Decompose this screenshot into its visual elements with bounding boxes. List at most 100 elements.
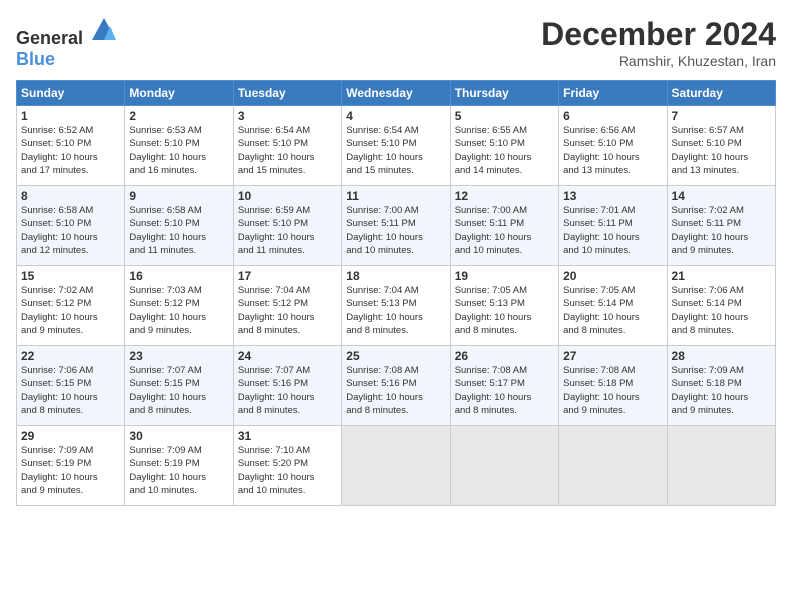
day-info: Sunrise: 7:08 AMSunset: 5:16 PMDaylight:… <box>346 364 445 417</box>
day-number: 13 <box>563 189 662 203</box>
table-row: 30Sunrise: 7:09 AMSunset: 5:19 PMDayligh… <box>125 426 233 506</box>
table-row: 18Sunrise: 7:04 AMSunset: 5:13 PMDayligh… <box>342 266 450 346</box>
day-number: 3 <box>238 109 337 123</box>
day-number: 2 <box>129 109 228 123</box>
logo-blue: Blue <box>16 49 55 69</box>
day-info: Sunrise: 7:04 AMSunset: 5:12 PMDaylight:… <box>238 284 337 337</box>
day-info: Sunrise: 7:04 AMSunset: 5:13 PMDaylight:… <box>346 284 445 337</box>
header-monday: Monday <box>125 81 233 106</box>
header-tuesday: Tuesday <box>233 81 341 106</box>
day-info: Sunrise: 6:52 AMSunset: 5:10 PMDaylight:… <box>21 124 120 177</box>
table-row: 14Sunrise: 7:02 AMSunset: 5:11 PMDayligh… <box>667 186 775 266</box>
day-info: Sunrise: 7:02 AMSunset: 5:12 PMDaylight:… <box>21 284 120 337</box>
day-info: Sunrise: 7:02 AMSunset: 5:11 PMDaylight:… <box>672 204 771 257</box>
table-row: 8Sunrise: 6:58 AMSunset: 5:10 PMDaylight… <box>17 186 125 266</box>
table-row: 28Sunrise: 7:09 AMSunset: 5:18 PMDayligh… <box>667 346 775 426</box>
logo-general: General <box>16 28 83 48</box>
table-row: 6Sunrise: 6:56 AMSunset: 5:10 PMDaylight… <box>559 106 667 186</box>
day-number: 21 <box>672 269 771 283</box>
day-number: 8 <box>21 189 120 203</box>
day-number: 19 <box>455 269 554 283</box>
day-info: Sunrise: 6:54 AMSunset: 5:10 PMDaylight:… <box>346 124 445 177</box>
day-info: Sunrise: 7:10 AMSunset: 5:20 PMDaylight:… <box>238 444 337 497</box>
day-info: Sunrise: 7:09 AMSunset: 5:18 PMDaylight:… <box>672 364 771 417</box>
table-row: 1Sunrise: 6:52 AMSunset: 5:10 PMDaylight… <box>17 106 125 186</box>
location-subtitle: Ramshir, Khuzestan, Iran <box>541 53 776 69</box>
day-number: 17 <box>238 269 337 283</box>
day-number: 11 <box>346 189 445 203</box>
day-info: Sunrise: 7:08 AMSunset: 5:17 PMDaylight:… <box>455 364 554 417</box>
day-number: 5 <box>455 109 554 123</box>
day-number: 22 <box>21 349 120 363</box>
table-row: 10Sunrise: 6:59 AMSunset: 5:10 PMDayligh… <box>233 186 341 266</box>
day-info: Sunrise: 6:58 AMSunset: 5:10 PMDaylight:… <box>21 204 120 257</box>
calendar-week-row: 1Sunrise: 6:52 AMSunset: 5:10 PMDaylight… <box>17 106 776 186</box>
table-row: 27Sunrise: 7:08 AMSunset: 5:18 PMDayligh… <box>559 346 667 426</box>
day-number: 4 <box>346 109 445 123</box>
logo-icon <box>90 16 118 44</box>
table-row <box>450 426 558 506</box>
day-number: 26 <box>455 349 554 363</box>
table-row: 12Sunrise: 7:00 AMSunset: 5:11 PMDayligh… <box>450 186 558 266</box>
table-row: 29Sunrise: 7:09 AMSunset: 5:19 PMDayligh… <box>17 426 125 506</box>
day-number: 15 <box>21 269 120 283</box>
day-info: Sunrise: 7:08 AMSunset: 5:18 PMDaylight:… <box>563 364 662 417</box>
day-number: 29 <box>21 429 120 443</box>
day-info: Sunrise: 6:53 AMSunset: 5:10 PMDaylight:… <box>129 124 228 177</box>
day-info: Sunrise: 7:00 AMSunset: 5:11 PMDaylight:… <box>346 204 445 257</box>
table-row: 24Sunrise: 7:07 AMSunset: 5:16 PMDayligh… <box>233 346 341 426</box>
table-row: 16Sunrise: 7:03 AMSunset: 5:12 PMDayligh… <box>125 266 233 346</box>
day-info: Sunrise: 7:09 AMSunset: 5:19 PMDaylight:… <box>129 444 228 497</box>
table-row: 25Sunrise: 7:08 AMSunset: 5:16 PMDayligh… <box>342 346 450 426</box>
day-info: Sunrise: 7:07 AMSunset: 5:15 PMDaylight:… <box>129 364 228 417</box>
calendar-week-row: 15Sunrise: 7:02 AMSunset: 5:12 PMDayligh… <box>17 266 776 346</box>
header-thursday: Thursday <box>450 81 558 106</box>
table-row: 9Sunrise: 6:58 AMSunset: 5:10 PMDaylight… <box>125 186 233 266</box>
day-number: 12 <box>455 189 554 203</box>
calendar-table: Sunday Monday Tuesday Wednesday Thursday… <box>16 80 776 506</box>
table-row: 23Sunrise: 7:07 AMSunset: 5:15 PMDayligh… <box>125 346 233 426</box>
table-row: 17Sunrise: 7:04 AMSunset: 5:12 PMDayligh… <box>233 266 341 346</box>
header-sunday: Sunday <box>17 81 125 106</box>
table-row: 31Sunrise: 7:10 AMSunset: 5:20 PMDayligh… <box>233 426 341 506</box>
day-info: Sunrise: 7:03 AMSunset: 5:12 PMDaylight:… <box>129 284 228 337</box>
day-number: 27 <box>563 349 662 363</box>
table-row: 7Sunrise: 6:57 AMSunset: 5:10 PMDaylight… <box>667 106 775 186</box>
day-info: Sunrise: 6:54 AMSunset: 5:10 PMDaylight:… <box>238 124 337 177</box>
day-number: 25 <box>346 349 445 363</box>
calendar-week-row: 8Sunrise: 6:58 AMSunset: 5:10 PMDaylight… <box>17 186 776 266</box>
table-row <box>342 426 450 506</box>
day-info: Sunrise: 7:05 AMSunset: 5:14 PMDaylight:… <box>563 284 662 337</box>
page: General Blue December 2024 Ramshir, Khuz… <box>0 0 792 612</box>
day-info: Sunrise: 7:07 AMSunset: 5:16 PMDaylight:… <box>238 364 337 417</box>
day-number: 9 <box>129 189 228 203</box>
day-number: 24 <box>238 349 337 363</box>
calendar-week-row: 29 Sunrise: 7:09 AMSunset: 5:19 PMDayligh… <box>17 426 776 506</box>
day-info: Sunrise: 7:06 AMSunset: 5:14 PMDaylight:… <box>672 284 771 337</box>
table-row: 22Sunrise: 7:06 AMSunset: 5:15 PMDayligh… <box>17 346 125 426</box>
day-number: 6 <box>563 109 662 123</box>
table-row: 11Sunrise: 7:00 AMSunset: 5:11 PMDayligh… <box>342 186 450 266</box>
day-number: 1 <box>21 109 120 123</box>
day-info: Sunrise: 6:59 AMSunset: 5:10 PMDaylight:… <box>238 204 337 257</box>
table-row <box>667 426 775 506</box>
day-info: Sunrise: 6:55 AMSunset: 5:10 PMDaylight:… <box>455 124 554 177</box>
day-number: 30 <box>129 429 228 443</box>
day-number: 10 <box>238 189 337 203</box>
table-row: 26Sunrise: 7:08 AMSunset: 5:17 PMDayligh… <box>450 346 558 426</box>
table-row: 20Sunrise: 7:05 AMSunset: 5:14 PMDayligh… <box>559 266 667 346</box>
title-area: December 2024 Ramshir, Khuzestan, Iran <box>541 16 776 69</box>
day-number: 7 <box>672 109 771 123</box>
day-info: Sunrise: 7:05 AMSunset: 5:13 PMDaylight:… <box>455 284 554 337</box>
calendar-header-row: Sunday Monday Tuesday Wednesday Thursday… <box>17 81 776 106</box>
month-title: December 2024 <box>541 16 776 53</box>
table-row: 19Sunrise: 7:05 AMSunset: 5:13 PMDayligh… <box>450 266 558 346</box>
day-number: 18 <box>346 269 445 283</box>
day-number: 31 <box>238 429 337 443</box>
day-info: Sunrise: 7:06 AMSunset: 5:15 PMDaylight:… <box>21 364 120 417</box>
day-info: Sunrise: 7:00 AMSunset: 5:11 PMDaylight:… <box>455 204 554 257</box>
logo-text: General Blue <box>16 16 118 70</box>
table-row: 21Sunrise: 7:06 AMSunset: 5:14 PMDayligh… <box>667 266 775 346</box>
table-row: 3Sunrise: 6:54 AMSunset: 5:10 PMDaylight… <box>233 106 341 186</box>
header-saturday: Saturday <box>667 81 775 106</box>
